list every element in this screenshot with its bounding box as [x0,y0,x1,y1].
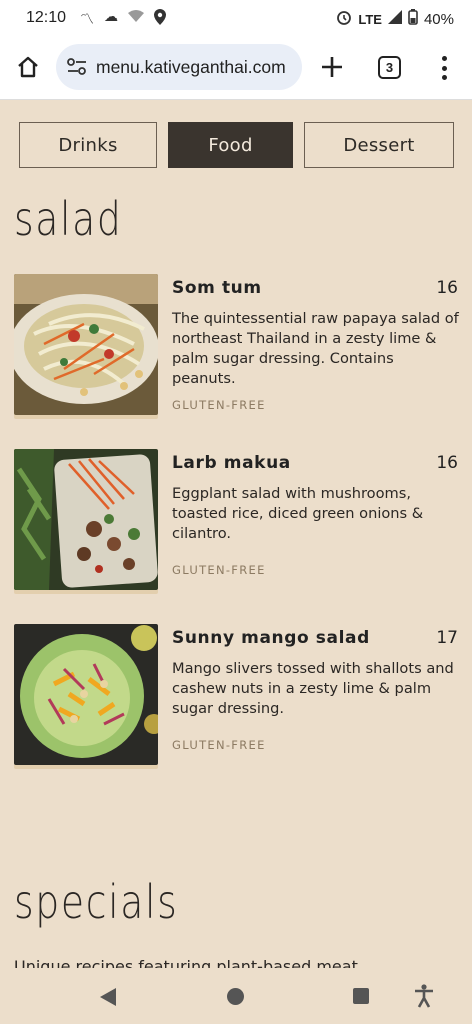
signal-icon [387,10,402,28]
item-tag: GLUTEN-FREE [172,738,266,752]
item-tag: GLUTEN-FREE [172,398,266,412]
home-button[interactable] [12,50,44,84]
new-tab-button[interactable] [318,52,346,82]
plus-icon [322,57,342,77]
status-time: 12:10 [26,9,67,26]
tab-drinks[interactable]: Drinks [19,122,157,168]
system-icons: LTE 40% [336,9,454,29]
menu-item[interactable]: Sunny mango salad 17 Mango slivers tosse… [14,624,460,769]
menu-item[interactable]: Larb makua 16 Eggplant salad with mushro… [14,449,460,594]
browser-toolbar: menu.kativeganthai.com 3 [0,36,472,100]
eggplant-salad-photo [14,449,158,590]
menu-item[interactable]: Som tum 16 The quintessential raw papaya… [14,274,460,419]
wifi-icon [128,9,144,29]
item-name: Larb makua [172,453,291,473]
address-bar[interactable]: menu.kativeganthai.com [56,44,302,90]
item-description: The quintessential raw papaya salad of n… [172,310,459,387]
alarm-icon [336,9,352,29]
item-description: Mango slivers tossed with shallots and c… [172,660,454,717]
section-title-specials: specials [14,875,179,929]
recents-icon[interactable] [353,988,369,1004]
tab-switcher-button[interactable]: 3 [378,56,401,79]
item-name: Sunny mango salad [172,628,370,648]
site-settings-icon[interactable] [66,56,88,78]
notification-icon: 〽 [80,12,94,28]
section-title-salad: salad [14,192,123,246]
network-label: LTE [358,11,382,27]
tab-dessert[interactable]: Dessert [304,122,454,168]
notification-icons: 〽 ☁ [80,9,166,29]
item-description: Eggplant salad with mushrooms, toasted r… [172,485,424,542]
url-text[interactable]: menu.kativeganthai.com [96,57,286,78]
home-nav-icon[interactable] [227,988,244,1005]
location-icon [154,9,166,29]
battery-level: 40% [423,10,454,28]
system-nav-bar [0,968,472,1024]
mango-salad-photo [14,624,158,765]
item-price: 17 [436,628,458,648]
item-price: 16 [436,453,458,473]
battery-icon [408,9,418,29]
accessibility-icon[interactable] [414,984,434,1008]
papaya-salad-photo [14,274,158,415]
home-icon [18,56,38,78]
more-menu-icon[interactable] [436,54,452,82]
item-tag: GLUTEN-FREE [172,563,266,577]
cloud-icon: ☁ [104,9,118,25]
back-icon[interactable] [100,988,116,1006]
status-bar: 12:10 〽 ☁ LTE 40% [0,0,472,36]
category-tabs: Drinks Food Dessert [19,122,454,168]
tab-food[interactable]: Food [168,122,293,168]
item-price: 16 [436,278,458,298]
item-name: Som tum [172,278,262,298]
menu-page: Drinks Food Dessert salad Som tum 16 The… [0,100,472,980]
